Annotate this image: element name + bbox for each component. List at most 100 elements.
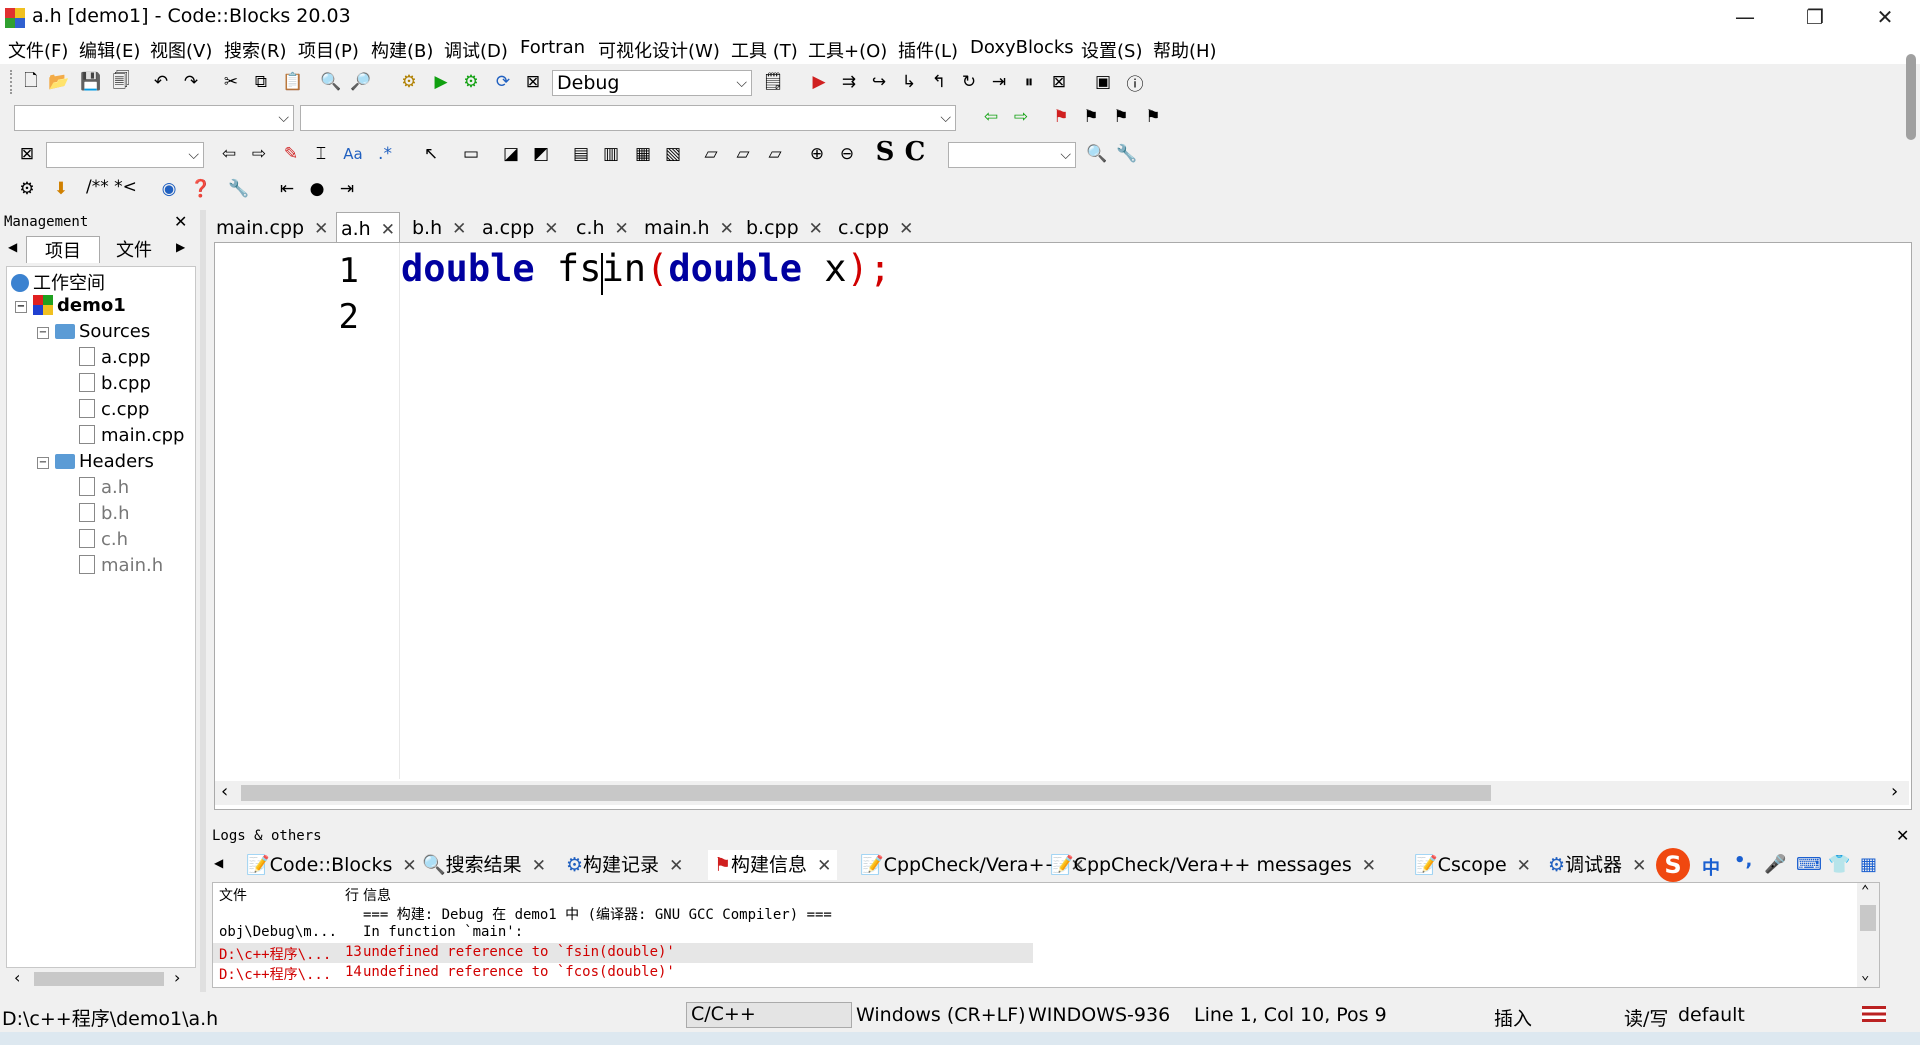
column-header-message[interactable]: 信息 — [363, 885, 391, 905]
jump-forward-icon[interactable]: ⇨ — [1010, 106, 1032, 128]
close-icon[interactable]: ✕ — [817, 856, 831, 876]
scroll-thumb[interactable] — [34, 972, 164, 986]
tab-cppcheck-messages[interactable]: 📝CppCheck/Vera++ messages ✕ — [1050, 850, 1376, 880]
next-instruction-icon[interactable]: ↻ — [958, 71, 980, 93]
shape-rect-icon[interactable]: ▭ — [460, 143, 482, 165]
close-icon[interactable]: ✕ — [899, 219, 913, 239]
scroll-left-icon[interactable]: ‹ — [14, 968, 20, 987]
menu-fortran[interactable]: Fortran — [520, 37, 585, 58]
scroll-right-icon[interactable]: › — [174, 968, 180, 987]
save-icon[interactable]: 💾 — [80, 71, 102, 93]
highlight-icon[interactable]: ✎ — [280, 143, 302, 165]
zoom-in-icon[interactable]: ⊕ — [806, 143, 828, 165]
tree-file-item[interactable]: b.cpp — [79, 373, 151, 394]
tab-build-log[interactable]: ⚙构建记录 ✕ — [566, 850, 683, 880]
step-into-icon[interactable]: ↳ — [898, 71, 920, 93]
rebuild-icon[interactable]: ⟳ — [492, 71, 514, 93]
scope-select[interactable]: ⌵ — [14, 105, 294, 131]
tab-files[interactable]: 文件 — [104, 236, 164, 262]
next-line-icon[interactable]: ↪ — [868, 71, 890, 93]
editor-hscroll[interactable]: ‹ › — [215, 781, 1909, 805]
menu-project[interactable]: 项目(P) — [298, 37, 359, 63]
code-editor[interactable]: 1 2 double fsin(double x); ‹ › — [214, 242, 1912, 810]
step-out-icon[interactable]: ↰ — [928, 71, 950, 93]
code-line-1[interactable]: double fsin(double x); — [401, 247, 891, 290]
ime-logo-icon[interactable]: S — [1656, 848, 1690, 882]
close-icon[interactable]: ✕ — [809, 219, 823, 239]
tree-file-item[interactable]: a.cpp — [79, 347, 151, 368]
tree-file-item[interactable]: main.h — [79, 555, 163, 576]
symbol-search-icon[interactable]: 🔍 — [1086, 143, 1108, 165]
bookmark-clear-icon[interactable]: ⚑ — [1142, 106, 1164, 128]
scroll-left-icon[interactable]: ‹ — [221, 781, 228, 802]
close-icon[interactable]: ✕ — [402, 856, 416, 876]
tab-scroll-left-icon[interactable]: ◀ — [8, 240, 17, 254]
column-header-file[interactable]: 文件 — [219, 885, 247, 905]
block-f-icon[interactable]: ▱ — [732, 143, 754, 165]
toolbox-grid-icon[interactable]: ▦ — [1860, 854, 1877, 875]
menu-view[interactable]: 视图(V) — [150, 37, 212, 63]
block-c-icon[interactable]: ▦ — [632, 143, 654, 165]
menu-settings[interactable]: 设置(S) — [1081, 37, 1142, 63]
toolbar-grip[interactable] — [10, 70, 16, 94]
collapse-icon[interactable]: − — [37, 327, 49, 339]
menu-file[interactable]: 文件(F) — [8, 37, 68, 63]
symbol-c-button[interactable]: C — [904, 137, 926, 167]
menu-doxyblocks[interactable]: DoxyBlocks — [970, 37, 1074, 58]
search-combo[interactable]: ⌵ — [46, 142, 204, 168]
tab-scroll-left-icon[interactable]: ◀ — [214, 856, 223, 870]
bookmark-next-icon[interactable]: ⚑ — [1110, 106, 1132, 128]
open-file-icon[interactable]: 📂 — [48, 71, 70, 93]
tree-file-item[interactable]: c.cpp — [79, 399, 149, 420]
close-button[interactable]: ✕ — [1850, 0, 1920, 34]
close-icon[interactable]: ✕ — [452, 219, 466, 239]
close-icon[interactable]: ✕ — [544, 219, 558, 239]
log-vscroll[interactable]: ⌃ ⌄ — [1857, 883, 1879, 987]
tab-cscope[interactable]: 📝Cscope ✕ — [1414, 850, 1531, 880]
replace-icon[interactable]: 🔎 — [350, 71, 372, 93]
menu-visual-design[interactable]: 可视化设计(W) — [598, 37, 720, 63]
abort-icon[interactable]: ⊠ — [522, 71, 544, 93]
close-icon[interactable]: ✕ — [720, 219, 734, 239]
code-area[interactable]: double fsin(double x); — [401, 243, 1901, 779]
collapse-icon[interactable]: − — [37, 457, 49, 469]
workspace-node[interactable]: 工作空间 — [11, 269, 105, 295]
ime-punct-mode[interactable]: •, — [1734, 850, 1752, 871]
tab-b-h[interactable]: b.h ✕ — [408, 212, 470, 242]
scroll-thumb[interactable] — [1860, 905, 1876, 931]
tab-main-cpp[interactable]: main.cpp ✕ — [212, 212, 332, 242]
menu-edit[interactable]: 编辑(E) — [79, 37, 140, 63]
build-target-select[interactable]: Debug ⌵ — [552, 70, 752, 96]
close-icon[interactable]: ✕ — [1896, 826, 1909, 845]
tab-a-h[interactable]: a.h ✕ — [336, 212, 400, 243]
tree-file-item[interactable]: c.h — [79, 529, 128, 550]
run-chm-icon[interactable]: ❓ — [190, 178, 212, 200]
match-case-icon[interactable]: Aa — [342, 143, 364, 165]
menu-build[interactable]: 构建(B) — [371, 37, 433, 63]
menu-tools[interactable]: 工具 (T) — [731, 37, 798, 63]
close-icon[interactable]: ✕ — [1632, 856, 1646, 876]
extract-icon[interactable]: ⬇ — [50, 178, 72, 200]
tree-hscroll[interactable]: ‹ › — [6, 968, 194, 990]
function-select[interactable]: ⌵ — [300, 105, 956, 131]
wrench-icon[interactable]: 🔧 — [1116, 143, 1138, 165]
tab-c-h[interactable]: c.h ✕ — [572, 212, 633, 242]
go-start-icon[interactable]: ⇤ — [276, 178, 298, 200]
tab-main-h[interactable]: main.h ✕ — [640, 212, 738, 242]
tab-scroll-right-icon[interactable]: ▶ — [176, 240, 185, 254]
close-icon[interactable]: ✕ — [314, 219, 328, 239]
tab-search-results[interactable]: 🔍搜索结果 ✕ — [422, 850, 546, 880]
stop-debug-icon[interactable]: ⊠ — [1048, 71, 1070, 93]
zoom-out-icon[interactable]: ⊖ — [836, 143, 858, 165]
tab-build-messages[interactable]: ⚑构建信息 ✕ — [708, 850, 838, 880]
go-end-icon[interactable]: ⇥ — [336, 178, 358, 200]
menu-search[interactable]: 搜索(R) — [224, 37, 287, 63]
table-row-error[interactable]: D:\c++程序\... 14 undefined reference to `… — [213, 963, 1033, 983]
run-icon[interactable]: ▶ — [430, 71, 452, 93]
close-icon[interactable]: ✕ — [615, 219, 629, 239]
record-icon[interactable]: ● — [306, 178, 328, 200]
step-instruction-icon[interactable]: ⇥ — [988, 71, 1010, 93]
menu-help[interactable]: 帮助(H) — [1153, 37, 1217, 63]
menu-plugins[interactable]: 插件(L) — [898, 37, 958, 63]
project-node[interactable]: − demo1 — [15, 295, 126, 316]
